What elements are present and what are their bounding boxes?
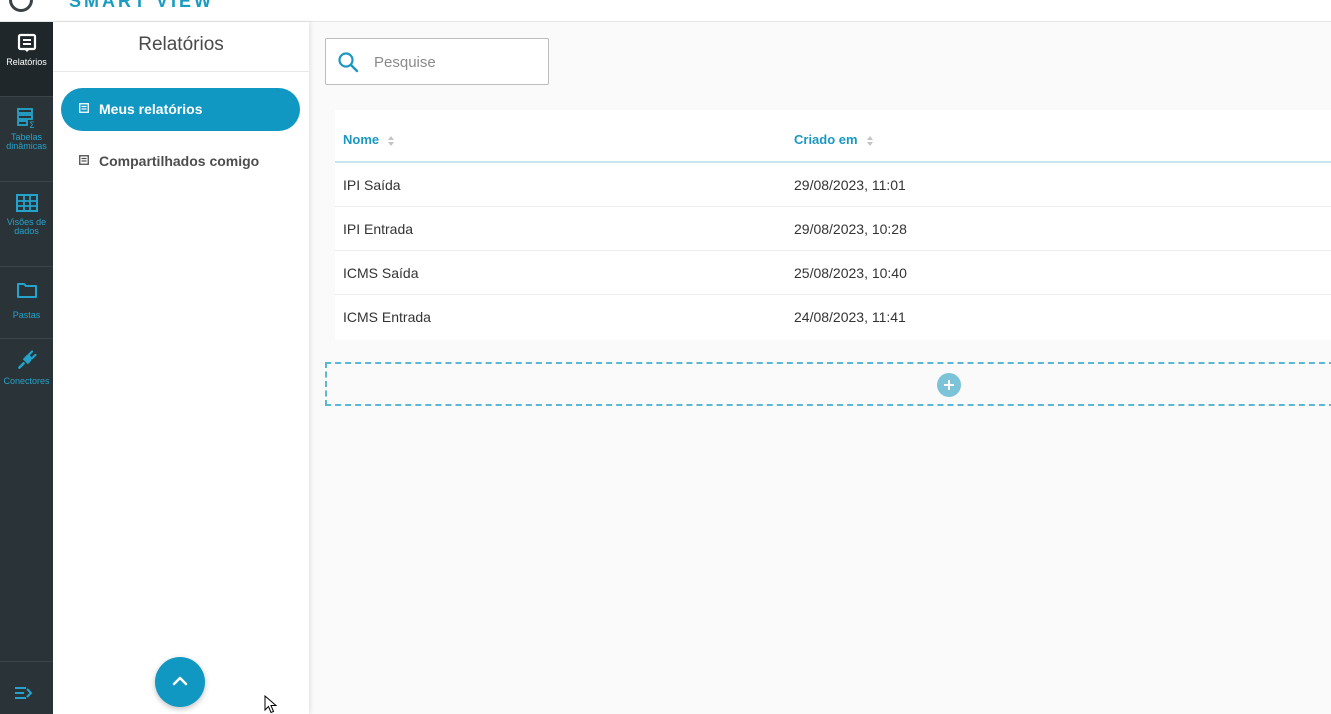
search-input[interactable] (374, 51, 534, 73)
rail-item-label: Visões de dados (6, 217, 47, 236)
table-grid-icon (15, 194, 38, 212)
report-name: ICMS Entrada (343, 309, 431, 325)
pivot-table-icon: Σ (16, 108, 35, 129)
scroll-top-button[interactable] (155, 657, 205, 707)
table-row[interactable]: ICMS Entrada 24/08/2023, 11:41 (335, 295, 1331, 339)
sidebar-item-label: Meus relatórios (99, 101, 203, 117)
column-header-label: Nome (343, 132, 380, 147)
rail-item-relatorios[interactable]: Relatórios (0, 22, 53, 97)
report-name: IPI Entrada (343, 221, 414, 237)
icon-rail: Relatórios Σ Tabelas dinâmicas Visões de… (0, 22, 53, 714)
column-header-criado-em[interactable]: Criado em (794, 132, 873, 147)
table-row[interactable]: IPI Entrada 29/08/2023, 10:28 (335, 207, 1331, 251)
report-created-date: 24/08/2023, 11:41 (794, 309, 906, 325)
rail-item-conectores[interactable]: Conectores (0, 339, 53, 411)
sidebar-item-meus-relatorios[interactable]: Meus relatórios (61, 88, 300, 131)
svg-text:Σ: Σ (29, 121, 35, 129)
app-logo-icon[interactable] (9, 0, 33, 12)
add-report-button[interactable] (937, 373, 961, 397)
table-header: Nome Criado em (335, 110, 1331, 163)
rail-item-label: Conectores (3, 376, 50, 386)
table-row[interactable]: ICMS Saída 25/08/2023, 10:40 (335, 251, 1331, 295)
rail-item-pastas[interactable]: Pastas (0, 267, 53, 339)
app-title: SMART VIEW (69, 0, 214, 11)
table-row[interactable]: IPI Saída 29/08/2023, 11:01 (335, 163, 1331, 207)
search-icon (338, 52, 359, 73)
expand-menu-icon (15, 687, 33, 699)
report-created-date: 25/08/2023, 10:40 (794, 265, 907, 281)
rail-item-visoes-de-dados[interactable]: Visões de dados (0, 182, 53, 267)
document-icon (79, 155, 89, 165)
reports-table: Nome Criado em IPI Saída 29/08/2023, 11:… (335, 110, 1331, 340)
report-created-date: 29/08/2023, 11:01 (794, 177, 906, 193)
report-name: IPI Saída (343, 177, 401, 193)
column-header-nome[interactable]: Nome (343, 132, 395, 147)
mouse-cursor-icon (264, 695, 278, 714)
report-name: ICMS Saída (343, 265, 419, 281)
sort-icon (866, 135, 873, 146)
report-icon (17, 33, 36, 52)
document-icon (79, 103, 89, 113)
rail-item-label: Pastas (12, 310, 41, 320)
add-report-dropzone[interactable] (325, 362, 1331, 406)
report-created-date: 29/08/2023, 10:28 (794, 221, 907, 237)
rail-item-tabelas-dinamicas[interactable]: Σ Tabelas dinâmicas (0, 97, 53, 182)
rail-collapse-toggle[interactable] (0, 661, 53, 714)
rail-item-label: Relatórios (6, 57, 47, 67)
chevron-up-icon (172, 676, 188, 686)
reports-sidebar: Relatórios Meus relatórios Compartilhado… (53, 22, 309, 714)
folder-icon (16, 283, 37, 298)
column-header-label: Criado em (794, 132, 858, 147)
rail-item-label: Tabelas dinâmicas (6, 132, 47, 151)
plug-icon (17, 350, 37, 369)
sidebar-item-label: Compartilhados comigo (99, 153, 260, 169)
plus-icon (944, 380, 954, 390)
main-content: Nome Criado em IPI Saída 29/08/2023, 11:… (309, 22, 1331, 714)
search-box[interactable] (325, 38, 549, 85)
top-header: SMART VIEW (0, 0, 1331, 22)
sort-icon (388, 135, 395, 146)
sidebar-title: Relatórios (53, 22, 309, 72)
sidebar-item-compartilhados[interactable]: Compartilhados comigo (61, 140, 300, 183)
